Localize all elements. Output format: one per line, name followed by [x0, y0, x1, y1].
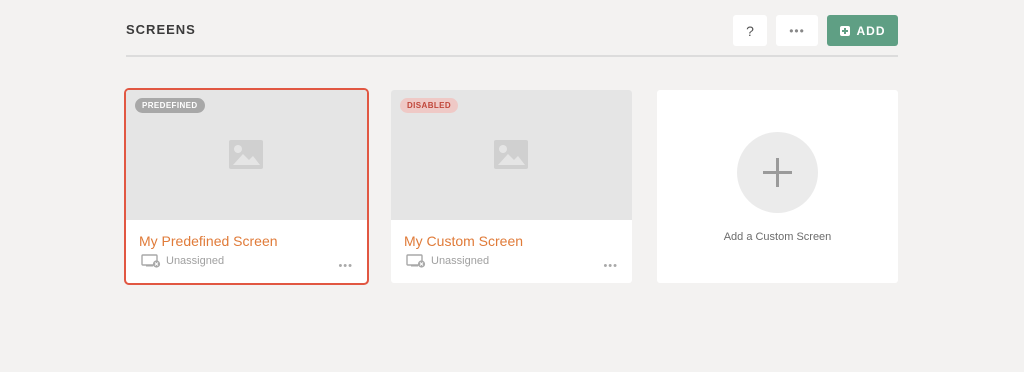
image-placeholder-icon	[494, 140, 528, 169]
card-more-options-button[interactable]: •••	[338, 260, 353, 272]
add-custom-screen-card[interactable]: Add a Custom Screen	[657, 90, 898, 283]
screens-page: SCREENS ? ••• ADD PREDEFINED My Predefin…	[0, 0, 1024, 372]
monitor-icon	[141, 254, 161, 268]
screen-title[interactable]: My Predefined Screen	[139, 233, 278, 249]
monitor-icon	[406, 254, 426, 268]
add-button[interactable]: ADD	[827, 15, 898, 46]
more-options-button[interactable]: •••	[776, 15, 818, 46]
plus-square-icon	[839, 25, 850, 36]
screen-status-label: Unassigned	[431, 255, 490, 267]
screen-card-custom[interactable]: DISABLED My Custom Screen Unassigned •••	[391, 90, 632, 283]
image-placeholder-icon	[229, 140, 263, 169]
add-button-label: ADD	[856, 23, 886, 38]
screen-thumbnail: DISABLED	[391, 90, 632, 220]
predefined-badge: PREDEFINED	[135, 98, 205, 113]
page-title: SCREENS	[126, 22, 196, 37]
toolbar: ? ••• ADD	[733, 15, 898, 46]
screen-title[interactable]: My Custom Screen	[404, 233, 523, 249]
screen-thumbnail: PREDEFINED	[126, 90, 367, 220]
help-button[interactable]: ?	[733, 15, 767, 46]
disabled-badge: DISABLED	[400, 98, 459, 113]
page-header: SCREENS ? ••• ADD	[126, 0, 898, 57]
screen-status: Unassigned	[141, 254, 224, 268]
screen-card-predefined[interactable]: PREDEFINED My Predefined Screen Unassign…	[124, 88, 369, 285]
screen-status-label: Unassigned	[166, 255, 225, 267]
plus-icon[interactable]	[737, 132, 818, 213]
card-more-options-button[interactable]: •••	[603, 260, 618, 272]
screen-status: Unassigned	[406, 254, 489, 268]
add-custom-screen-label: Add a Custom Screen	[723, 231, 832, 243]
